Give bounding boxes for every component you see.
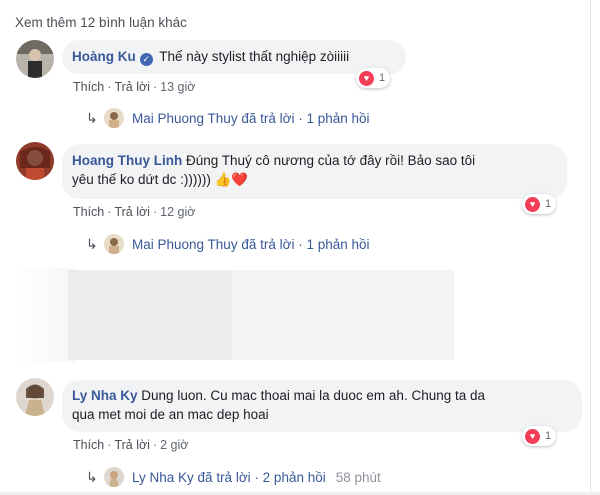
reply-action: đã trả lời xyxy=(241,110,295,126)
reply-avatar xyxy=(104,467,124,487)
reply-avatar xyxy=(104,108,124,128)
comment-time[interactable]: 12 giờ xyxy=(160,205,195,219)
reply-arrow-icon: ↳ xyxy=(86,235,98,252)
like-button[interactable]: Thích xyxy=(73,205,104,219)
reply-author: Ly Nha Ky xyxy=(132,469,194,485)
comment-actions-1: Thích · Trả lời · 13 giờ xyxy=(73,80,196,94)
comment-text-line1: Đúng Thuý cô nương của tớ đây rồi! Bảo s… xyxy=(186,153,476,168)
reply-count: 1 phản hồi xyxy=(306,110,370,126)
reaction-count-1[interactable]: ♥ 1 xyxy=(356,68,391,88)
commenter-name[interactable]: Hoàng Ku xyxy=(72,49,136,64)
reply-summary-3[interactable]: ↳ Ly Nha Ky đã trả lời · 2 phản hồi 58 ph… xyxy=(86,467,381,487)
see-more-comments-link[interactable]: Xem thêm 12 bình luận khác xyxy=(15,15,187,30)
avatar-ly-nha-ky[interactable] xyxy=(16,378,54,416)
comment-bubble-1: Hoàng Ku ✓ Thế này stylist thất nghiệp zò… xyxy=(62,40,406,74)
comment-text: Thế này stylist thất nghiệp zòiiiii xyxy=(159,49,350,64)
verified-badge-icon: ✓ xyxy=(139,53,153,66)
avatar-hoang-thuy-linh[interactable] xyxy=(16,142,54,180)
comment-bubble-3: Ly Nha Ky Dung luon. Cu mac thoai mai la… xyxy=(62,380,582,432)
comment-time[interactable]: 13 giờ xyxy=(160,80,195,94)
reply-count: 1 phản hồi xyxy=(306,236,370,252)
reply-button[interactable]: Trả lời xyxy=(114,438,150,452)
reply-summary-1[interactable]: ↳ Mai Phuong Thuy đã trả lời · 1 phản hồ… xyxy=(86,108,370,128)
commenter-name[interactable]: Ly Nha Ky xyxy=(72,388,138,403)
comment-time[interactable]: 2 giờ xyxy=(160,438,188,452)
heart-reaction-icon: ♥ xyxy=(525,428,540,444)
blurred-region xyxy=(68,270,233,360)
like-button[interactable]: Thích xyxy=(73,80,104,94)
like-button[interactable]: Thích xyxy=(73,438,104,452)
reply-action: đã trả lời xyxy=(197,469,251,485)
reaction-number: 1 xyxy=(545,198,552,210)
reply-time: 58 phút xyxy=(335,469,381,485)
heart-reaction-icon: ♥ xyxy=(359,70,374,86)
reply-author: Mai Phuong Thuy xyxy=(132,110,238,126)
blurred-region-edge xyxy=(15,268,75,362)
blurred-region xyxy=(232,270,454,360)
reply-author: Mai Phuong Thuy xyxy=(132,236,238,252)
reaction-count-2[interactable]: ♥ 1 xyxy=(522,194,557,214)
reply-arrow-icon: ↳ xyxy=(86,109,98,126)
reply-button[interactable]: Trả lời xyxy=(114,205,150,219)
right-border xyxy=(590,0,591,495)
reply-button[interactable]: Trả lời xyxy=(114,80,150,94)
reaction-number: 1 xyxy=(379,72,386,84)
comment-actions-3: Thích · Trả lời · 2 giờ xyxy=(73,438,189,452)
comment-text-line1: Dung luon. Cu mac thoai mai la duoc em a… xyxy=(141,388,485,403)
reply-action: đã trả lời xyxy=(241,236,295,252)
reaction-count-3[interactable]: ♥ 1 xyxy=(522,426,557,446)
comment-bubble-2: Hoang Thuy Linh Đúng Thuý cô nương của t… xyxy=(62,144,567,199)
commenter-name[interactable]: Hoang Thuy Linh xyxy=(72,153,182,168)
reaction-number: 1 xyxy=(545,430,552,442)
heart-reaction-icon: ♥ xyxy=(525,196,540,212)
comment-text-line2: qua met moi de an mac dep hoai xyxy=(72,407,269,422)
comment-actions-2: Thích · Trả lời · 12 giờ xyxy=(73,205,196,219)
reply-summary-2[interactable]: ↳ Mai Phuong Thuy đã trả lời · 1 phản hồ… xyxy=(86,234,370,254)
reply-count: 2 phản hồi xyxy=(262,469,326,485)
reply-arrow-icon: ↳ xyxy=(86,468,98,485)
reply-avatar xyxy=(104,234,124,254)
avatar-hoang-ku[interactable] xyxy=(16,40,54,78)
comment-text-line2: yêu thế ko dứt dc :)))))) 👍❤️ xyxy=(72,172,249,187)
